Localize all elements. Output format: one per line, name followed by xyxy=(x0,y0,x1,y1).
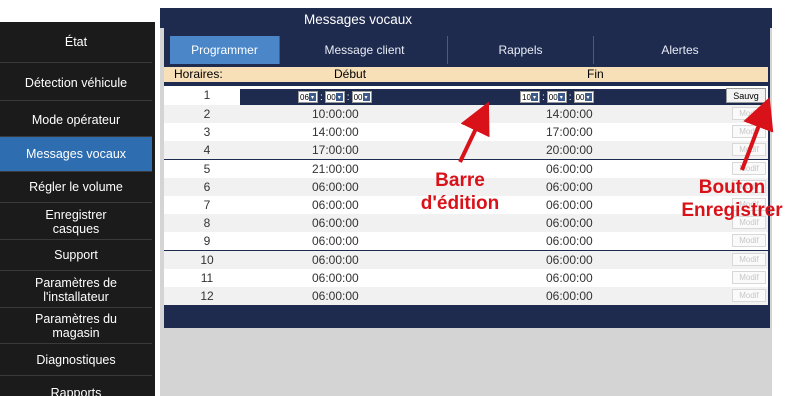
row-index: 8 xyxy=(203,216,211,231)
row-start-time: 21:00:00 xyxy=(312,161,359,176)
modify-button[interactable]: Modif xyxy=(732,252,766,266)
row-start-time: 14:00:00 xyxy=(312,125,359,140)
row-start-time: 06:00:00 xyxy=(312,198,359,212)
sidebar-item-diagnostiques[interactable]: Diagnostiques xyxy=(0,344,152,376)
row-index: 2 xyxy=(203,107,211,121)
sidebar-item-parametres-installateur[interactable]: Paramètres de l'installateur xyxy=(0,272,152,308)
row-index: 7 xyxy=(203,198,211,212)
row-start-time: 06:00:00 xyxy=(312,179,359,194)
row-start-time: 06:00:00 xyxy=(312,270,359,285)
chevron-down-icon: ▾ xyxy=(335,93,343,101)
chevron-down-icon: ▾ xyxy=(584,93,592,101)
table-row: 4 17:00:00 20:00:00 Modif xyxy=(164,141,768,160)
row-end-time: 20:00:00 xyxy=(546,143,593,158)
row-start-time: 06:00:00 xyxy=(312,289,359,303)
sidebar-item-etat[interactable]: État xyxy=(0,22,152,63)
modify-button[interactable]: Modif xyxy=(732,125,766,139)
start-hour-select[interactable]: 06 ▾ xyxy=(298,91,318,103)
sidebar-item-enregistrer-casques[interactable]: Enregistrer casques xyxy=(0,204,152,240)
end-second-select[interactable]: 00 ▾ xyxy=(573,91,594,103)
chevron-down-icon: ▾ xyxy=(557,93,565,101)
row-index: 5 xyxy=(203,161,211,176)
sidebar-top-strip xyxy=(0,0,155,22)
chevron-down-icon: ▾ xyxy=(309,93,316,101)
row-index: 12 xyxy=(200,289,214,303)
end-minute-select[interactable]: 00 ▾ xyxy=(546,91,567,103)
header-fin: Fin xyxy=(587,67,604,81)
save-button-annotation: Bouton Enregistrer xyxy=(681,177,783,221)
row-end-time: 06:00:00 xyxy=(546,161,593,176)
window-title: Messages vocaux xyxy=(228,6,488,30)
row-end-time: 06:00:00 xyxy=(546,252,593,267)
table-row: 3 14:00:00 17:00:00 Modif xyxy=(164,123,768,142)
row-end-time: 06:00:00 xyxy=(546,289,593,303)
chevron-down-icon: ▾ xyxy=(362,93,370,101)
start-second-select[interactable]: 00 ▾ xyxy=(351,91,372,103)
tab-programmer[interactable]: Programmer xyxy=(170,36,280,64)
sidebar-item-mode-operateur[interactable]: Mode opérateur xyxy=(0,104,152,137)
sidebar-item-parametres-magasin[interactable]: Paramètres du magasin xyxy=(0,308,152,344)
table-row: 10 06:00:00 06:00:00 Modif xyxy=(164,250,768,269)
row-start-time: 06:00:00 xyxy=(312,216,359,231)
modify-button[interactable]: Modif xyxy=(732,234,766,248)
end-time-selectors: 10 ▾ : 00 ▾ : 00 ▾ xyxy=(520,91,594,103)
row-index: 4 xyxy=(203,143,211,158)
tab-message-client[interactable]: Message client xyxy=(282,36,448,64)
modify-button[interactable]: Modif xyxy=(732,161,766,175)
tab-rappels[interactable]: Rappels xyxy=(448,36,594,64)
modify-button[interactable]: Modif xyxy=(732,289,766,302)
chevron-down-icon: ▾ xyxy=(531,93,538,101)
start-minute-select[interactable]: 00 ▾ xyxy=(324,91,345,103)
sidebar-item-detection-vehicule[interactable]: Détection véhicule xyxy=(0,66,152,101)
sidebar-item-support[interactable]: Support xyxy=(0,240,152,271)
save-button[interactable]: Sauvg xyxy=(726,88,766,103)
start-time-selectors: 06 ▾ : 00 ▾ : 00 ▾ xyxy=(298,91,372,103)
row-index: 11 xyxy=(200,270,214,285)
row-index: 10 xyxy=(200,252,214,267)
modify-button[interactable]: Modif xyxy=(732,143,766,157)
row-index: 1 xyxy=(203,88,211,102)
table-row: 12 06:00:00 06:00:00 Modif xyxy=(164,287,768,305)
row-end-time: 06:00:00 xyxy=(546,234,593,249)
row-end-time: 06:00:00 xyxy=(546,179,593,194)
modify-button[interactable]: Modif xyxy=(732,270,766,284)
row-start-time: 06:00:00 xyxy=(312,234,359,249)
sidebar-item-messages-vocaux[interactable]: Messages vocaux xyxy=(0,137,152,172)
row-end-time: 14:00:00 xyxy=(546,107,593,121)
row-start-time: 06:00:00 xyxy=(312,252,359,267)
header-debut: Début xyxy=(334,67,367,81)
row-index: 3 xyxy=(203,125,211,140)
sidebar-item-regler-volume[interactable]: Régler le volume xyxy=(0,172,152,203)
table-header: Horaires: Début Fin xyxy=(164,67,768,82)
row-end-time: 17:00:00 xyxy=(546,125,593,140)
table-row: 11 06:00:00 06:00:00 Modif xyxy=(164,268,768,287)
header-horaires: Horaires: xyxy=(174,67,223,81)
row-end-time: 06:00:00 xyxy=(546,198,593,212)
row-end-time: 06:00:00 xyxy=(546,216,593,231)
sidebar-item-rapports[interactable]: Rapports xyxy=(0,378,152,396)
sidebar: État Détection véhicule Mode opérateur M… xyxy=(0,0,155,396)
row-start-time: 17:00:00 xyxy=(312,143,359,158)
table-row: 9 06:00:00 06:00:00 Modif xyxy=(164,232,768,251)
edit-bar-annotation: Barre d'édition xyxy=(420,170,500,214)
tab-alertes[interactable]: Alertes xyxy=(594,36,766,64)
row-end-time: 06:00:00 xyxy=(546,270,593,285)
row-start-time: 10:00:00 xyxy=(312,107,359,121)
table-row: 2 10:00:00 14:00:00 Modif xyxy=(164,105,768,123)
end-hour-select[interactable]: 10 ▾ xyxy=(520,91,540,103)
modify-button[interactable]: Modif xyxy=(732,107,766,120)
row-index: 9 xyxy=(203,234,211,249)
row-index: 6 xyxy=(203,179,211,194)
